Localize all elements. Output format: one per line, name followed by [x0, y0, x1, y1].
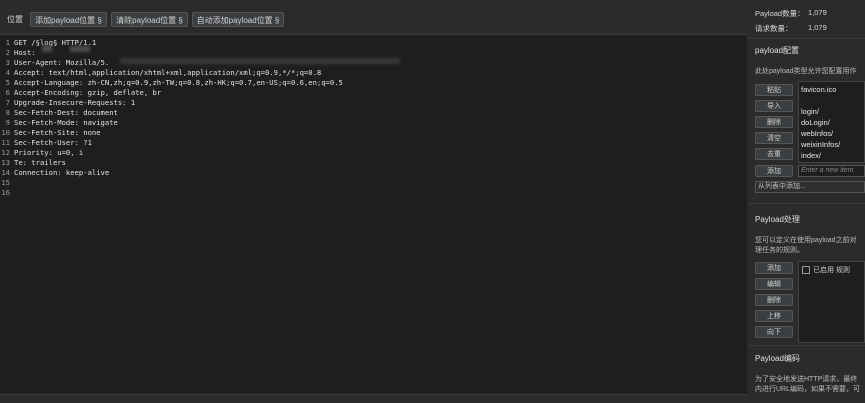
list-item[interactable]: doLogin/ — [801, 118, 830, 127]
enabled-rule-header: 已启用 规则 — [813, 267, 850, 274]
line-text[interactable]: Sec-Fetch-Site: none — [14, 128, 101, 138]
paste-button[interactable]: 粘贴 — [755, 84, 793, 96]
line-text[interactable]: Sec-Fetch-Dest: document — [14, 108, 118, 118]
enabled-checkbox[interactable] — [802, 266, 810, 274]
divider — [748, 345, 865, 346]
line-number: 11 — [1, 138, 10, 147]
line-number: 1 — [5, 38, 10, 47]
line-text[interactable]: Sec-Fetch-Mode: navigate — [14, 118, 118, 128]
add-item-button[interactable]: 添加 — [755, 165, 793, 177]
list-item[interactable]: favicon.ico — [801, 85, 836, 94]
line-text[interactable]: Host: — [14, 48, 36, 58]
line-number: 12 — [1, 148, 10, 157]
line-number: 13 — [1, 158, 10, 167]
request-text-editor[interactable]: 1 GET /§log§ HTTP/1.1 2 Host: 3 User-Agent: M… — [0, 36, 747, 392]
payload-encoding-title: Payload编码 — [755, 354, 800, 363]
request-count-label: 请求数量： — [755, 24, 793, 33]
payload-count-label: Payload数量： — [755, 9, 805, 18]
line-text[interactable]: Accept-Language: zh-CN,zh;q=0.9,zh-TW;q=… — [14, 78, 343, 88]
payload-config-description: 此处payload类型允许您配置用作 — [755, 68, 857, 75]
divider — [748, 203, 865, 204]
payload-list[interactable]: favicon.ico login/ doLogin/ webInfos/ we… — [798, 81, 865, 163]
line-text[interactable]: User-Agent: Mozilla/5. — [14, 58, 109, 68]
redacted-user-agent — [120, 58, 400, 64]
line-text[interactable]: Priority: u=0, i — [14, 148, 83, 158]
positions-toolbar: 位置 添加payload位置 § 清除payload位置 § 自动添加paylo… — [0, 0, 747, 35]
redacted-host — [42, 45, 52, 52]
line-text[interactable]: Accept-Encoding: gzip, deflate, br — [14, 88, 161, 98]
line-number: 7 — [5, 98, 10, 107]
edit-rule-button[interactable]: 编辑 — [755, 278, 793, 290]
payload-processing-description: 理任务的规则。 — [755, 247, 804, 254]
payload-config-title: payload配置 — [755, 46, 800, 55]
line-number: 14 — [1, 168, 10, 177]
line-number: 10 — [1, 128, 10, 137]
processing-rules-table[interactable]: 已启用 规则 — [798, 261, 865, 343]
list-item[interactable]: index/ — [801, 151, 821, 160]
divider — [748, 38, 865, 39]
positions-label: 位置 — [7, 15, 23, 24]
redacted-host — [70, 46, 90, 52]
line-text[interactable]: Upgrade-Insecure-Requests: 1 — [14, 98, 135, 108]
line-number: 5 — [5, 78, 10, 87]
payload-processing-title: Payload处理 — [755, 215, 800, 224]
list-item[interactable]: webInfos/ — [801, 129, 833, 138]
payload-sidebar: Payload数量： 1,079 请求数量： 1,079 payload配置 此… — [748, 0, 865, 402]
line-text[interactable]: Accept: text/html,application/xhtml+xml,… — [14, 68, 321, 78]
add-rule-button[interactable]: 添加 — [755, 262, 793, 274]
clear-payload-position-button[interactable]: 清除payload位置 § — [111, 12, 188, 27]
payload-processing-description: 您可以定义在使用payload之前对 — [755, 237, 857, 244]
line-number: 8 — [5, 108, 10, 117]
clear-button[interactable]: 清空 — [755, 132, 793, 144]
import-button[interactable]: 导入 — [755, 100, 793, 112]
list-item[interactable]: login/ — [801, 107, 819, 116]
add-payload-position-button[interactable]: 添加payload位置 § — [30, 12, 107, 27]
line-number: 9 — [5, 118, 10, 127]
list-item[interactable]: weixinInfos/ — [801, 140, 840, 149]
line-text[interactable]: Sec-Fetch-User: ?1 — [14, 138, 92, 148]
line-number: 3 — [5, 58, 10, 67]
request-editor-pane: 位置 添加payload位置 § 清除payload位置 § 自动添加paylo… — [0, 0, 747, 403]
payload-count-value: 1,079 — [808, 8, 827, 17]
delete-rule-button[interactable]: 删除 — [755, 294, 793, 306]
payload-encoding-description: 为了安全地发送HTTP请求，最终 — [755, 376, 858, 383]
add-from-list-dropdown[interactable]: 从列表中添加... — [755, 181, 865, 193]
line-number: 16 — [1, 188, 10, 197]
line-text[interactable]: Te: trailers — [14, 158, 66, 168]
dedupe-button[interactable]: 去重 — [755, 148, 793, 160]
new-item-input[interactable]: Enter a new item — [798, 165, 865, 177]
line-number: 6 — [5, 88, 10, 97]
line-number: 4 — [5, 68, 10, 77]
move-down-button[interactable]: 向下 — [755, 326, 793, 338]
line-number: 15 — [1, 178, 10, 187]
auto-add-payload-position-button[interactable]: 自动添加payload位置 § — [192, 12, 284, 27]
delete-button[interactable]: 删除 — [755, 116, 793, 128]
line-number: 2 — [5, 48, 10, 57]
line-text[interactable]: Connection: keep-alive — [14, 168, 109, 178]
move-up-button[interactable]: 上移 — [755, 310, 793, 322]
payload-encoding-description: 内进行URL编码，如果不需要，可 — [755, 386, 861, 393]
request-count-value: 1,079 — [808, 23, 827, 32]
